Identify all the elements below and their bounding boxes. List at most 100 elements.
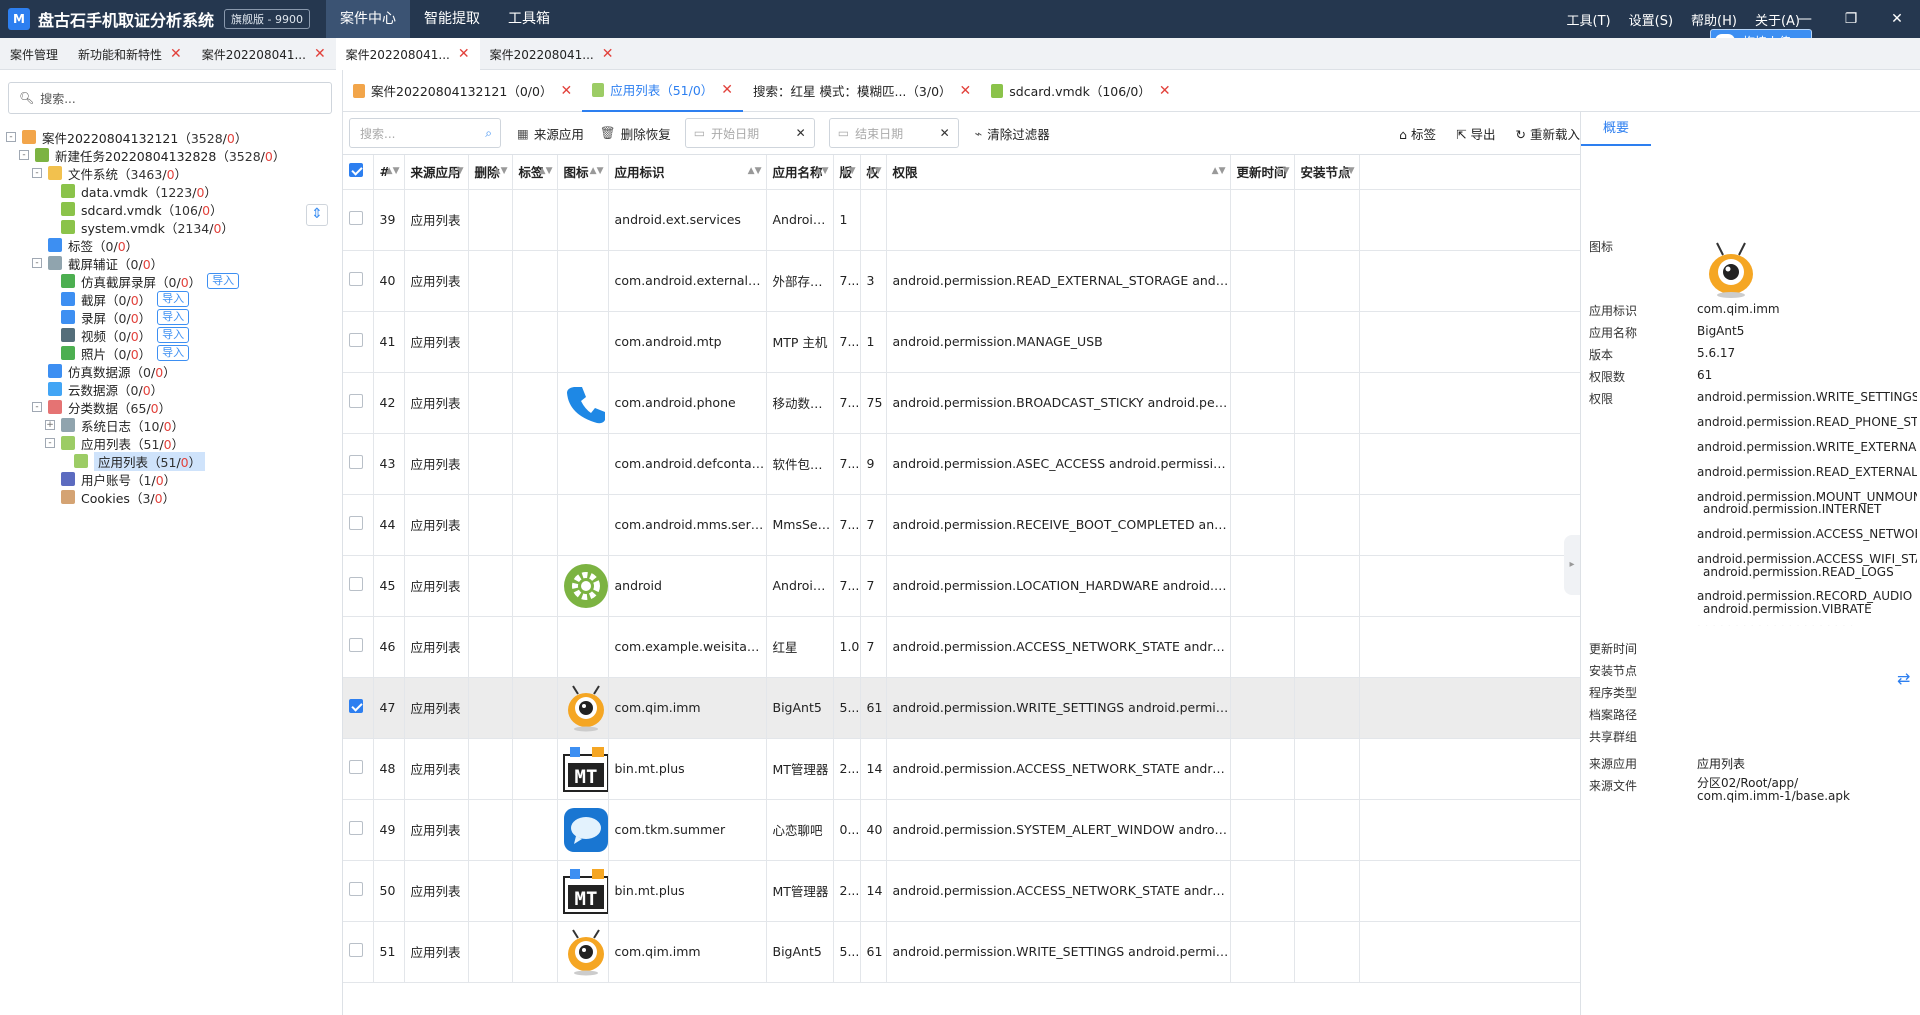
sort-icon[interactable]: ▲▼	[1212, 166, 1226, 176]
import-button[interactable]: 导入	[157, 345, 190, 361]
tag-button[interactable]: ⌂ 标签	[1399, 124, 1436, 143]
row-checkbox[interactable]	[349, 882, 363, 896]
row-select-cell[interactable]	[343, 311, 374, 373]
import-button[interactable]: 导入	[157, 327, 190, 343]
sort-icon[interactable]: ▲▼	[450, 166, 464, 176]
row-checkbox[interactable]	[349, 211, 363, 225]
expand-toggle-icon[interactable]: +	[45, 420, 55, 430]
expand-toggle-icon[interactable]: -	[32, 168, 42, 178]
table-row[interactable]: 44应用列表 com.android.mms.serviceMmsServi...…	[343, 494, 1581, 556]
close-tab-icon[interactable]: ✕	[602, 46, 614, 62]
sort-icon[interactable]: ▲▼	[1341, 166, 1355, 176]
case-tab[interactable]: 新功能和新特性 ✕	[68, 38, 192, 70]
row-checkbox[interactable]	[349, 272, 363, 286]
nav-case-center[interactable]: 案件中心	[325, 0, 410, 38]
column-header[interactable]: 权 ▲▼	[860, 155, 887, 190]
sort-icon[interactable]: ▲▼	[494, 166, 508, 176]
table-row[interactable]: 42 应用列表 com.android.phone 移动数据... 7... 75 andr…	[343, 372, 1581, 434]
row-checkbox[interactable]	[349, 394, 363, 408]
source-app-button[interactable]: ▦ 来源应用	[517, 124, 584, 143]
close-tab-icon[interactable]: ✕	[458, 46, 470, 62]
row-select-cell[interactable]	[343, 921, 374, 983]
start-date-input[interactable]: ▭ 开始日期 ✕	[684, 118, 815, 148]
column-header[interactable]: 权限 ▲▼	[886, 155, 1231, 190]
row-select-cell[interactable]	[343, 799, 374, 861]
expand-toggle-icon[interactable]: -	[32, 258, 42, 268]
expand-toggle-icon[interactable]: -	[32, 402, 42, 412]
clear-end-date-icon[interactable]: ✕	[940, 126, 950, 140]
row-select-cell[interactable]	[343, 372, 374, 434]
sort-icon[interactable]: ▲▼	[590, 166, 604, 176]
case-tab[interactable]: 案件202208041... ✕	[192, 38, 336, 70]
column-header[interactable]: 标签 ▲▼	[512, 155, 558, 190]
sort-icon[interactable]: ▲▼	[868, 166, 882, 176]
expand-toggle-icon[interactable]: -	[45, 438, 55, 448]
close-tab-icon[interactable]: ✕	[960, 83, 972, 99]
restore-icon[interactable]: ❐	[1828, 0, 1874, 38]
export-button[interactable]: ⇱ 导出	[1456, 124, 1495, 143]
import-button[interactable]: 导入	[207, 273, 240, 289]
row-select-cell[interactable]	[343, 189, 374, 251]
close-tab-icon[interactable]: ✕	[170, 46, 182, 62]
grid-search-input[interactable]: 搜索... ⌕	[349, 118, 501, 148]
sort-icon[interactable]: ▲▼	[386, 166, 400, 176]
table-row[interactable]: 47 应用列表 com.qim.imm BigAnt5 5... 61 android.pe…	[343, 677, 1581, 739]
content-tab[interactable]: 搜索：红星 模式：模糊匹...（3/0） ✕	[743, 70, 981, 112]
column-header[interactable]: # ▲▼	[373, 155, 405, 190]
table-row[interactable]: 43 应用列表 com.android.defcontainer 软件包权... 7..…	[343, 433, 1581, 495]
table-row[interactable]: 39应用列表 android.ext.servicesAndroid S...1	[343, 189, 1581, 251]
content-tab[interactable]: sdcard.vmdk（106/0） ✕	[981, 70, 1180, 112]
expand-toggle-icon[interactable]: -	[6, 132, 16, 142]
row-select-cell[interactable]	[343, 555, 374, 617]
sort-icon[interactable]: ▲▼	[748, 166, 762, 176]
select-all-checkbox[interactable]	[349, 163, 363, 178]
table-row[interactable]: 50 应用列表 MT bin.mt.plus MT管理器 2... 14 android.pe…	[343, 860, 1581, 922]
import-button[interactable]: 导入	[157, 309, 190, 325]
close-tab-icon[interactable]: ✕	[1159, 83, 1171, 99]
column-header[interactable]: 来源应用 ▲▼	[404, 155, 469, 190]
row-checkbox[interactable]	[349, 821, 363, 835]
case-tab[interactable]: 案件管理	[0, 38, 68, 70]
case-tab[interactable]: 案件202208041... ✕	[480, 38, 624, 70]
menu-tools[interactable]: 工具(T)	[1567, 10, 1611, 29]
row-checkbox[interactable]	[349, 760, 363, 774]
table-row[interactable]: 48 应用列表 MT bin.mt.plus MT管理器 2... 14 android.pe…	[343, 738, 1581, 800]
row-select-cell[interactable]	[343, 616, 374, 678]
column-header[interactable]: 应用名称 ▲▼	[766, 155, 834, 190]
select-all-header[interactable]	[343, 155, 374, 190]
end-date-input[interactable]: ▭ 结束日期 ✕	[828, 118, 959, 148]
column-header[interactable]: 版 ▲▼	[833, 155, 861, 190]
nav-toolbox[interactable]: 工具箱	[494, 0, 564, 38]
tab-summary[interactable]: 概要	[1581, 112, 1651, 146]
case-tab[interactable]: 案件202208041... ✕	[335, 38, 480, 70]
tree-node[interactable]: Cookies（3/0）	[45, 486, 175, 508]
menu-help[interactable]: 帮助(H)	[1691, 10, 1737, 29]
menu-settings[interactable]: 设置(S)	[1629, 10, 1673, 29]
delete-restore-button[interactable]: 🗑︎ 删除恢复	[600, 124, 671, 143]
close-tab-icon[interactable]: ✕	[721, 82, 733, 98]
row-checkbox[interactable]	[349, 638, 363, 652]
column-header[interactable]: 安装节点 ▲▼	[1294, 155, 1360, 190]
row-select-cell[interactable]	[343, 677, 374, 739]
row-checkbox[interactable]	[349, 577, 363, 591]
column-header[interactable]: 应用标识 ▲▼	[608, 155, 767, 190]
column-header[interactable]: 图标 ▲▼	[557, 155, 609, 190]
content-tab[interactable]: 应用列表（51/0） ✕	[582, 70, 744, 112]
column-header[interactable]: 删除 ▲▼	[468, 155, 513, 190]
row-select-cell[interactable]	[343, 738, 374, 800]
reload-button[interactable]: ↻ 重新载入	[1516, 124, 1580, 143]
expand-detail-handle[interactable]: ▸	[1564, 535, 1580, 595]
content-tab[interactable]: 案件20220804132121（0/0） ✕	[343, 70, 582, 112]
table-row[interactable]: 45 应用列表 android Android... 7... 7 android.perm…	[343, 555, 1581, 617]
tree-search-input[interactable]: 🔍︎ 搜索...	[8, 82, 332, 114]
close-tab-icon[interactable]: ✕	[314, 46, 326, 62]
row-checkbox[interactable]	[349, 516, 363, 530]
import-button[interactable]: 导入	[157, 291, 190, 307]
row-select-cell[interactable]	[343, 250, 374, 312]
table-row[interactable]: 41 应用列表 com.android.mtp MTP 主机 7... 1 android.…	[343, 311, 1581, 373]
row-select-cell[interactable]	[343, 494, 374, 556]
clear-start-date-icon[interactable]: ✕	[796, 126, 806, 140]
clear-filter-button[interactable]: ⌁ 清除过滤器	[975, 124, 1050, 143]
row-select-cell[interactable]	[343, 860, 374, 922]
row-checkbox[interactable]	[349, 699, 363, 713]
